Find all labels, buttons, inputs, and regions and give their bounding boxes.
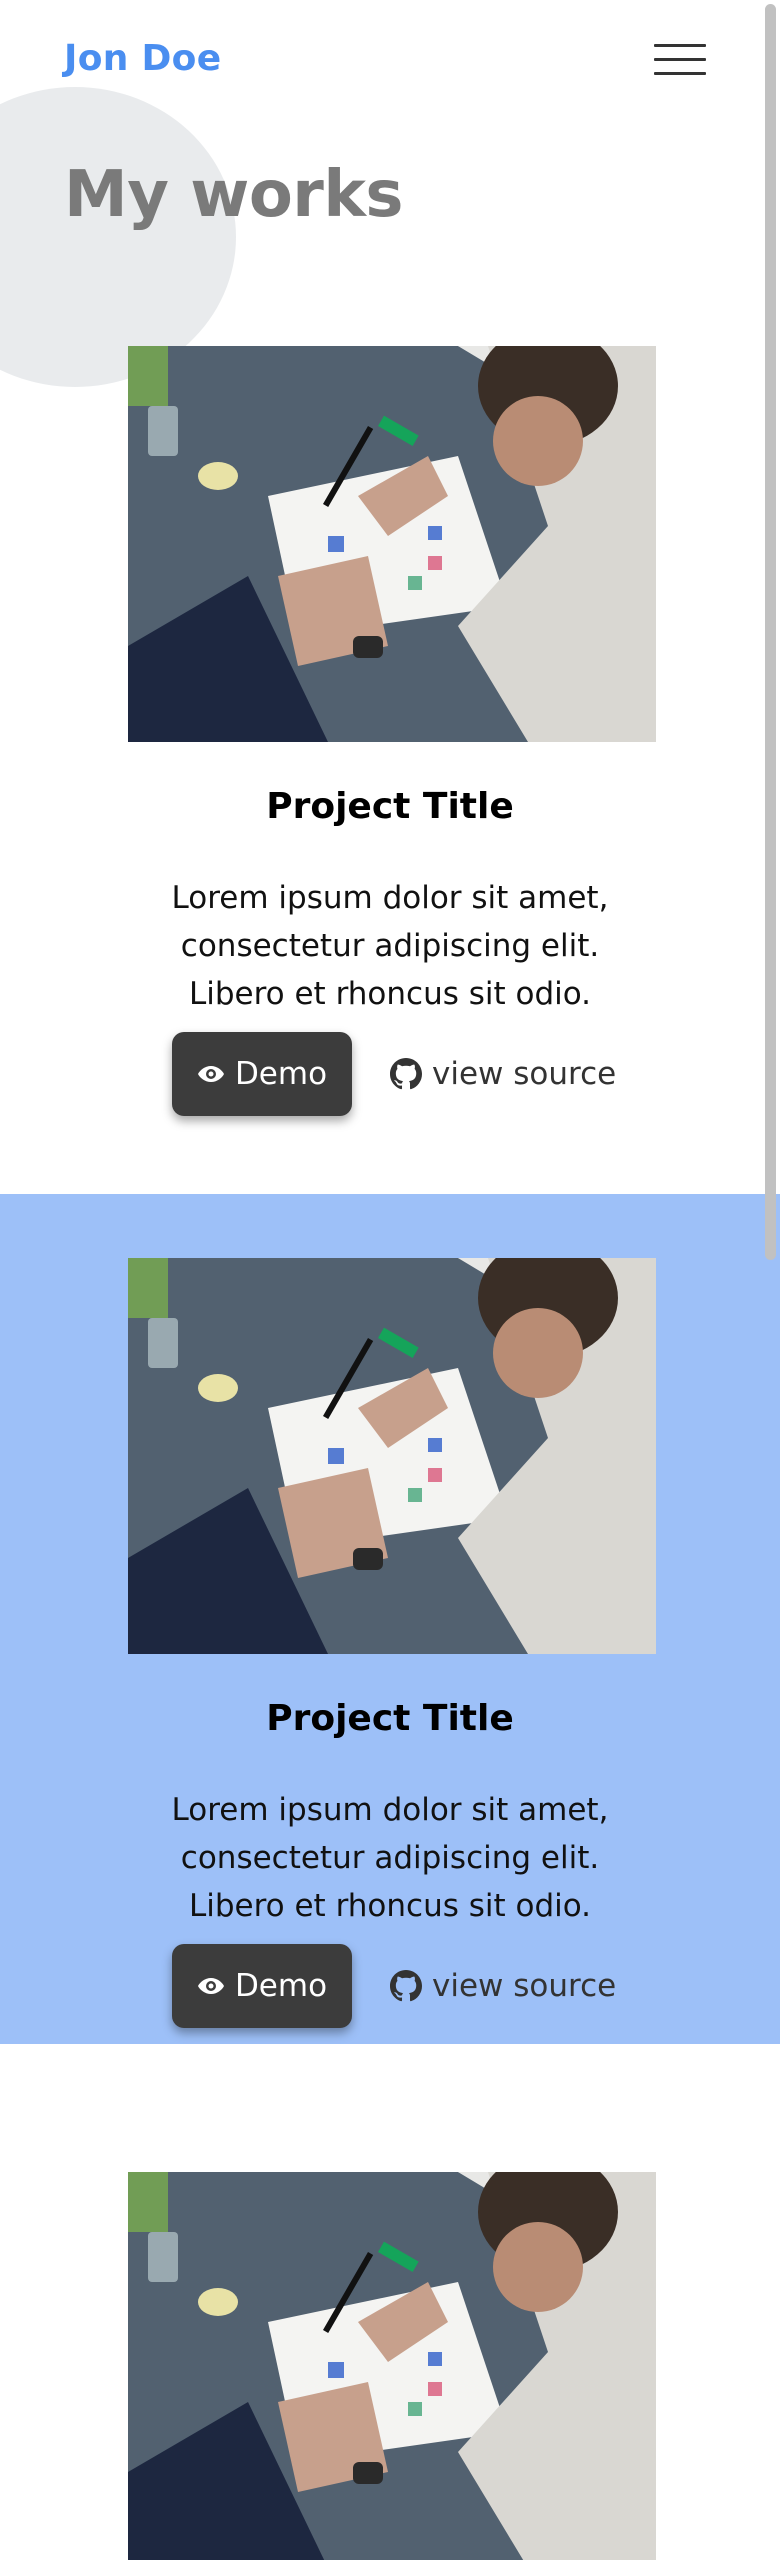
decorative-circle [0, 87, 236, 387]
demo-button[interactable]: Demo [172, 1944, 352, 2028]
eye-icon [197, 1064, 225, 1084]
site-header: Jon Doe [0, 0, 780, 120]
eye-icon [197, 1976, 225, 1996]
demo-button[interactable]: Demo [172, 1032, 352, 1116]
project-card: Project Title Lorem ipsum dolor sit amet… [0, 346, 780, 1258]
github-icon [390, 1970, 422, 2002]
brand-logo-link[interactable]: Jon Doe [64, 38, 221, 79]
scrollbar-thumb[interactable] [765, 4, 776, 1260]
project-image [128, 1258, 656, 1654]
project-image [128, 2172, 656, 2560]
scrollbar[interactable] [760, 0, 780, 2560]
view-source-link[interactable]: view source [390, 1032, 616, 1116]
hamburger-line [654, 72, 706, 75]
project-card: Project Title Lorem ipsum dolor sit amet… [0, 1194, 780, 2044]
project-description: Lorem ipsum dolor sit amet, consectetur … [171, 880, 609, 1012]
demo-button-label: Demo [234, 1968, 328, 2004]
hamburger-line [654, 58, 706, 61]
hamburger-line [654, 44, 706, 47]
demo-button-label: Demo [234, 1056, 328, 1092]
view-source-label: view source [432, 1056, 617, 1092]
page-title: My works [64, 158, 404, 232]
view-source-link[interactable]: view source [390, 1944, 616, 2028]
view-source-label: view source [432, 1968, 617, 2004]
project-image [128, 346, 656, 742]
page: Jon Doe My works Project Title Lorem ips… [0, 0, 780, 2560]
project-description: Lorem ipsum dolor sit amet, consectetur … [171, 1792, 609, 1924]
project-card [0, 2172, 780, 2560]
github-icon [390, 1058, 422, 1090]
hamburger-menu-icon[interactable] [654, 42, 706, 78]
project-title: Project Title [266, 786, 514, 827]
project-title: Project Title [266, 1698, 514, 1739]
